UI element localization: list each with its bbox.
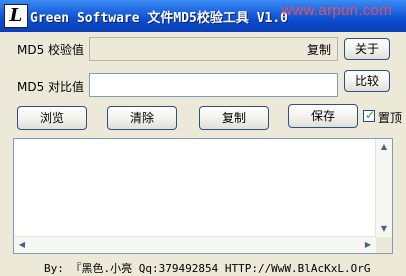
clear-button[interactable]: 清除 bbox=[107, 106, 177, 130]
compare-button[interactable]: 比较 bbox=[344, 70, 390, 92]
scroll-up-icon[interactable]: ▲ bbox=[377, 140, 391, 154]
about-button-label: 关于 bbox=[354, 42, 379, 56]
app-window: L Green Software 文件MD5校验工具 V1.0 www.arpu… bbox=[0, 0, 406, 275]
compare-button-label: 比较 bbox=[354, 74, 379, 88]
vertical-scrollbar[interactable]: ▲ ▼ bbox=[375, 139, 392, 237]
scroll-corner bbox=[376, 237, 392, 253]
copy-button-label: 复制 bbox=[221, 111, 246, 125]
browse-button-label: 浏览 bbox=[39, 111, 64, 125]
on-top-checkbox[interactable]: ✓ bbox=[363, 108, 376, 122]
window-title: Green Software 文件MD5校验工具 V1.0 bbox=[30, 11, 289, 26]
title-bar[interactable]: L Green Software 文件MD5校验工具 V1.0 www.arpu… bbox=[0, 0, 406, 32]
save-button[interactable]: 保存 bbox=[288, 104, 358, 128]
footer-credits: By: 『黑色.小亮 Qq:379492854 HTTP://WwW.BlAcK… bbox=[44, 262, 371, 275]
copy-button[interactable]: 复制 bbox=[199, 106, 269, 130]
scroll-left-icon[interactable]: ◀ bbox=[15, 238, 29, 252]
md5-value-label: MD5 校验值 bbox=[17, 43, 85, 57]
save-button-label: 保存 bbox=[310, 109, 335, 123]
scroll-right-icon[interactable]: ▶ bbox=[361, 238, 375, 252]
app-icon: L bbox=[4, 4, 28, 28]
check-mark-icon: ✓ bbox=[365, 108, 376, 122]
output-textarea[interactable]: ▲ ▼ ◀ ▶ bbox=[13, 138, 393, 254]
compare-value-input[interactable] bbox=[89, 73, 338, 97]
clear-button-label: 清除 bbox=[129, 111, 154, 125]
on-top-label[interactable]: 置顶 bbox=[378, 109, 402, 126]
horizontal-scrollbar[interactable]: ◀ ▶ bbox=[14, 236, 376, 253]
scroll-down-icon[interactable]: ▼ bbox=[377, 222, 391, 236]
md5-copy-link[interactable]: 复制 bbox=[307, 41, 331, 58]
browse-button[interactable]: 浏览 bbox=[17, 106, 87, 130]
about-button[interactable]: 关于 bbox=[344, 38, 390, 60]
md5-value-field[interactable]: 复制 bbox=[89, 37, 338, 61]
watermark-text: www.arpun.com bbox=[281, 2, 392, 19]
compare-value-label: MD5 对比值 bbox=[17, 80, 85, 94]
output-text bbox=[14, 139, 392, 145]
